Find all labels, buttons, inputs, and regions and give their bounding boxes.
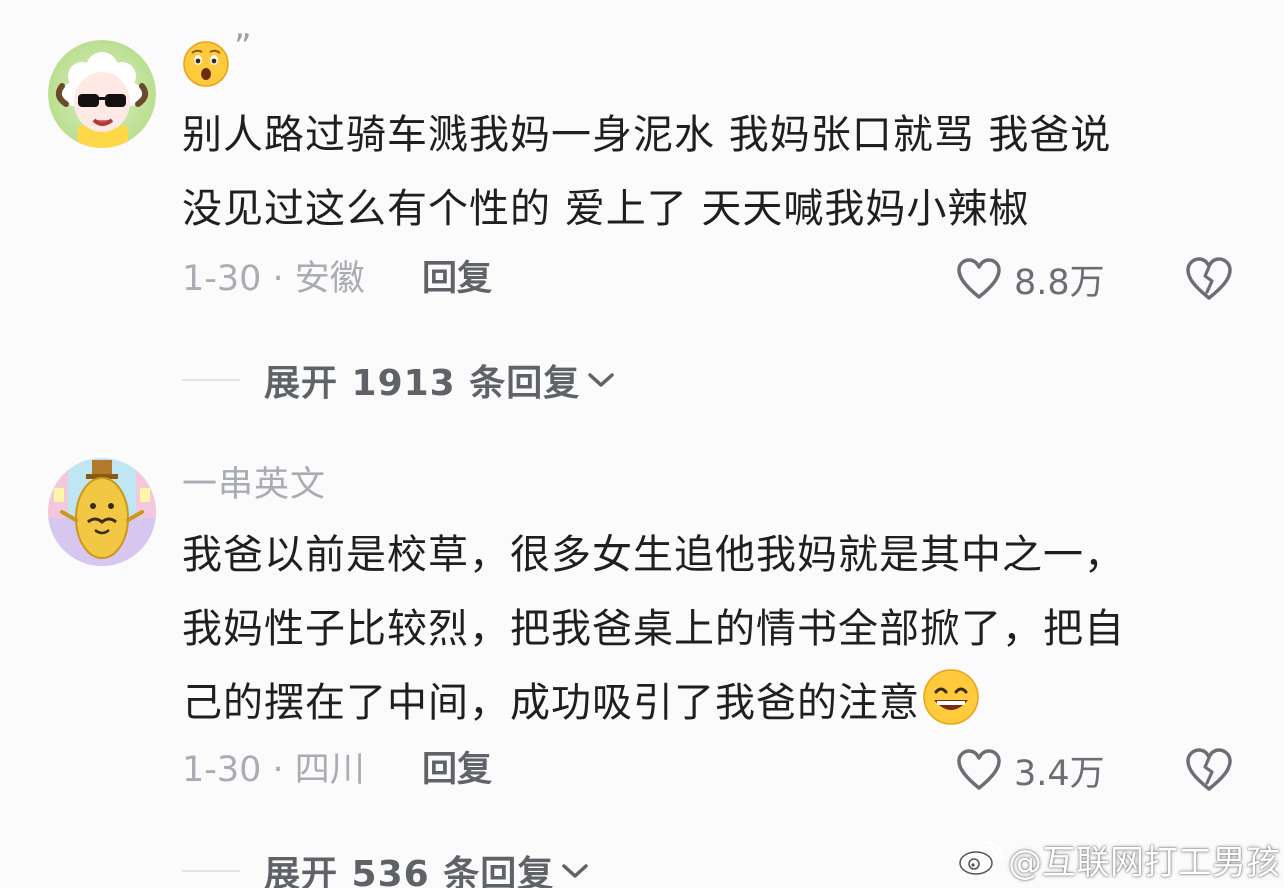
comment-line: 我爸以前是校草，很多女生追他我妈就是其中之一，	[182, 532, 1125, 578]
comment-line: 别人路过骑车溅我妈一身泥水 我妈张口就骂 我爸说	[182, 112, 1112, 158]
divider	[182, 870, 240, 872]
reply-button[interactable]: 回复	[422, 748, 492, 792]
weibo-logo-icon	[959, 841, 1002, 875]
quote-mark: ”	[234, 27, 252, 67]
heart-icon	[957, 749, 1001, 790]
comment-line-with-emoji: 己的摆在了中间，成功吸引了我爸的注意	[182, 666, 1242, 740]
comment-body: 我爸以前是校草，很多女生追他我妈就是其中之一， 我妈性子比较烈，把我爸桌上的情书…	[182, 518, 1242, 740]
expand-replies-label: 展开 536 条回复	[264, 854, 555, 888]
chevron-down-icon	[562, 864, 588, 878]
comment-thread: ” 别人路过骑车溅我妈一身泥水 我妈张口就骂 我爸说 没见过这么有个性的 爱上了…	[0, 0, 1284, 888]
like-button[interactable]: 8.8万	[956, 254, 1105, 304]
comment-line: 我妈性子比较烈，把我爸桌上的情书全部掀了，把自	[182, 606, 1125, 652]
expand-replies-label: 展开 1913 条回复	[264, 363, 581, 404]
weibo-watermark: @互联网打工男孩	[958, 834, 1280, 884]
expand-replies-button[interactable]: 展开 1913 条回复	[182, 355, 616, 405]
divider	[182, 379, 240, 381]
heart-icon	[957, 258, 1001, 299]
broken-heart-icon[interactable]	[1184, 745, 1234, 795]
watermark-text: @互联网打工男孩	[1008, 842, 1280, 883]
like-button[interactable]: 3.4万	[956, 745, 1105, 795]
expand-replies-button[interactable]: 展开 536 条回复	[182, 846, 590, 888]
avatar[interactable]	[48, 40, 156, 148]
grinning-face-emoji	[923, 669, 979, 725]
comment-line: 己的摆在了中间，成功吸引了我爸的注意	[182, 680, 920, 726]
avatar[interactable]	[48, 458, 156, 566]
comment-body: 别人路过骑车溅我妈一身泥水 我妈张口就骂 我爸说 没见过这么有个性的 爱上了 天…	[182, 98, 1242, 246]
date-location: 1-30 · 安徽	[182, 259, 365, 299]
reply-button[interactable]: 回复	[422, 257, 492, 301]
sheep-with-sunglasses-icon	[48, 40, 156, 148]
like-count: 8.8万	[1014, 262, 1105, 303]
date-location: 1-30 · 四川	[182, 750, 365, 790]
broken-heart-icon[interactable]	[1184, 254, 1234, 304]
like-count: 3.4万	[1014, 753, 1105, 794]
cartoon-potato-icon	[48, 458, 156, 566]
comment-line: 没见过这么有个性的 爱上了 天天喊我妈小辣椒	[182, 186, 1030, 232]
username[interactable]: 一串英文	[182, 462, 326, 508]
chevron-down-icon	[588, 373, 615, 387]
astonished-face-emoji	[183, 41, 229, 87]
